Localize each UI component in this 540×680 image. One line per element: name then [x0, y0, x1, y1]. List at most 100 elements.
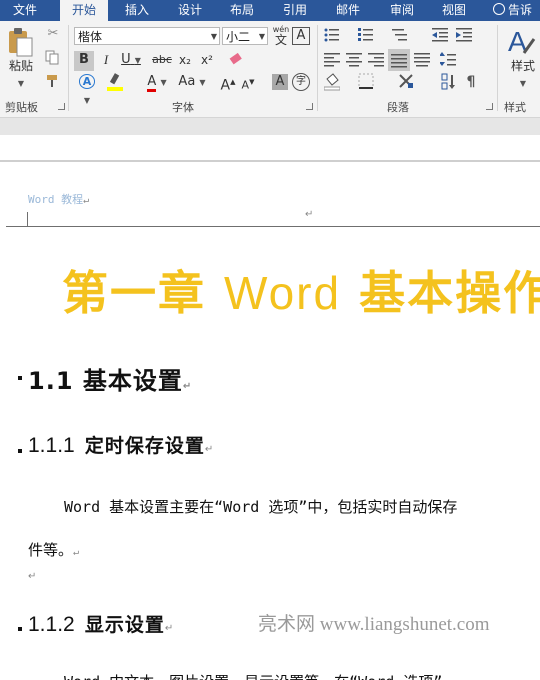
grow-font-button[interactable]: A▲: [220, 73, 236, 95]
char-shading-glyph: A: [275, 74, 285, 89]
multilevel-list-button[interactable]: [392, 27, 422, 43]
heading-number: 1.1.1: [28, 434, 75, 457]
sort-button[interactable]: [440, 73, 458, 91]
tell-me-box[interactable]: 告诉我: [493, 0, 540, 38]
tab-layout[interactable]: 布局: [220, 0, 264, 21]
char-shading-button[interactable]: A: [272, 74, 288, 90]
italic-glyph: I: [103, 52, 109, 67]
asian-layout-button[interactable]: [398, 73, 428, 89]
enclose-char-button[interactable]: 字: [292, 73, 310, 91]
font-size-value: 小二: [226, 30, 251, 44]
sort-icon: [441, 73, 455, 90]
tab-insert[interactable]: 插入: [115, 0, 159, 21]
asian-layout-icon: [399, 74, 413, 88]
tab-mailings[interactable]: 邮件: [326, 0, 370, 21]
font-color-glyph: A: [147, 74, 157, 92]
tab-view[interactable]: 视图: [432, 0, 476, 21]
highlighter-icon: [107, 73, 123, 91]
paragraph-mark-icon: ↵: [73, 547, 80, 558]
paragraph-mark-icon: ↵: [204, 444, 214, 455]
distributed-button[interactable]: [414, 51, 432, 67]
heading-marker: [18, 627, 22, 631]
text-effects-icon: A: [78, 74, 96, 89]
char-border-button[interactable]: A: [292, 27, 310, 45]
format-painter-button[interactable]: [44, 73, 62, 89]
italic-button[interactable]: I: [98, 51, 114, 69]
shading-button[interactable]: [324, 73, 354, 91]
underline-button[interactable]: U ▼: [118, 51, 144, 70]
paragraph-mark-icon: ↵: [83, 195, 90, 206]
align-right-button[interactable]: [368, 51, 386, 67]
body-paragraph-line[interactable]: Word 中文本、图片设置、显示设置等，在“Word 选项”: [64, 671, 442, 680]
change-case-button[interactable]: Aa ▼: [176, 73, 208, 92]
line-spacing-icon: [440, 52, 456, 66]
clear-formatting-button[interactable]: [228, 51, 246, 67]
tab-design[interactable]: 设计: [168, 0, 212, 21]
cut-button[interactable]: ✂: [44, 25, 62, 43]
tab-home[interactable]: 开始: [60, 0, 108, 22]
tab-file[interactable]: 文件: [0, 0, 50, 21]
eraser-icon: [229, 52, 242, 65]
paste-button[interactable]: 粘贴 ▼: [6, 27, 36, 93]
border-icon: [358, 73, 374, 89]
chapter-title-suffix: 基本操作: [341, 266, 540, 320]
superscript-button[interactable]: x²: [198, 51, 216, 69]
subscript-button[interactable]: x₂: [176, 51, 194, 69]
clipboard-icon: [9, 28, 33, 57]
format-painter-icon: [47, 75, 57, 87]
chevron-down-icon: ▼: [210, 32, 217, 41]
text-effects-button[interactable]: A ▼: [74, 73, 100, 110]
chapter-title[interactable]: 第一章 Word 基本操作: [62, 257, 540, 323]
justify-button[interactable]: [388, 49, 410, 71]
heading-1-1[interactable]: 1.1 基本设置↵: [28, 361, 192, 396]
paragraph-launcher-icon[interactable]: [486, 103, 493, 110]
page-header-text[interactable]: Word 教程↵: [28, 191, 89, 207]
styles-icon: A: [508, 27, 536, 57]
paragraph-mark-icon: ↵: [28, 571, 37, 582]
align-center-button[interactable]: [346, 51, 364, 67]
chevron-down-icon: ▼: [519, 79, 527, 88]
heading-1-1-2[interactable]: 1.1.2 显示设置↵: [28, 610, 173, 637]
phonetic-guide-button[interactable]: wén 文: [272, 25, 290, 46]
bold-glyph: B: [79, 52, 89, 67]
highlight-button[interactable]: [106, 73, 136, 91]
heading-1-1-1[interactable]: 1.1.1 定时保存设置↵: [28, 431, 213, 458]
ribbon: 粘贴 ▼ ✂ 剪贴板 楷体 ▼ 小二 ▼ wén 文 A B I U ▼ abc…: [0, 21, 540, 118]
font-color-button[interactable]: A ▼: [142, 73, 172, 92]
scissors-icon: ✂: [47, 26, 59, 41]
body-paragraph-line[interactable]: 件等。↵: [28, 539, 79, 560]
font-size-combo[interactable]: 小二 ▼: [222, 27, 268, 45]
decrease-indent-button[interactable]: [432, 27, 452, 43]
copy-button[interactable]: [44, 49, 62, 65]
styles-button[interactable]: A 样式 ▼: [506, 27, 540, 93]
distributed-icon: [414, 53, 430, 67]
subscript-glyph: x₂: [179, 53, 191, 67]
styles-group-label: 样式: [504, 101, 526, 114]
font-group-label: 字体: [172, 101, 194, 114]
tab-references[interactable]: 引用: [273, 0, 317, 21]
tab-review[interactable]: 审阅: [380, 0, 424, 21]
borders-button[interactable]: [358, 73, 388, 89]
align-left-button[interactable]: [324, 51, 342, 67]
line-spacing-button[interactable]: [440, 51, 470, 67]
paste-label: 粘贴: [8, 59, 33, 73]
shrink-font-button[interactable]: A▼: [240, 73, 256, 95]
strikethrough-button[interactable]: abc: [150, 51, 174, 69]
lightbulb-icon: [493, 3, 505, 15]
ribbon-tab-bar: 文件 开始 插入 设计 布局 引用 邮件 审阅 视图 告诉我: [0, 0, 540, 38]
paint-bucket-icon: [324, 73, 340, 91]
font-launcher-icon[interactable]: [306, 103, 313, 110]
font-name-combo[interactable]: 楷体 ▼: [74, 27, 220, 45]
strikethrough-glyph: abc: [152, 53, 172, 66]
increase-indent-button[interactable]: [456, 27, 476, 43]
document-canvas[interactable]: Word 教程↵ ↵ 第一章 Word 基本操作 1.1 基本设置↵ 1.1.1…: [0, 135, 540, 680]
bullets-button[interactable]: [324, 27, 354, 43]
align-center-icon: [346, 53, 362, 67]
justify-icon: [391, 54, 407, 68]
bold-button[interactable]: B: [74, 51, 94, 71]
show-marks-button[interactable]: ¶: [462, 73, 480, 91]
body-paragraph-line[interactable]: Word 基本设置主要在“Word 选项”中，包括实时自动保存: [64, 496, 457, 517]
page-top-edge: [0, 160, 540, 162]
numbering-button[interactable]: [358, 27, 388, 43]
clipboard-launcher-icon[interactable]: [58, 103, 65, 110]
